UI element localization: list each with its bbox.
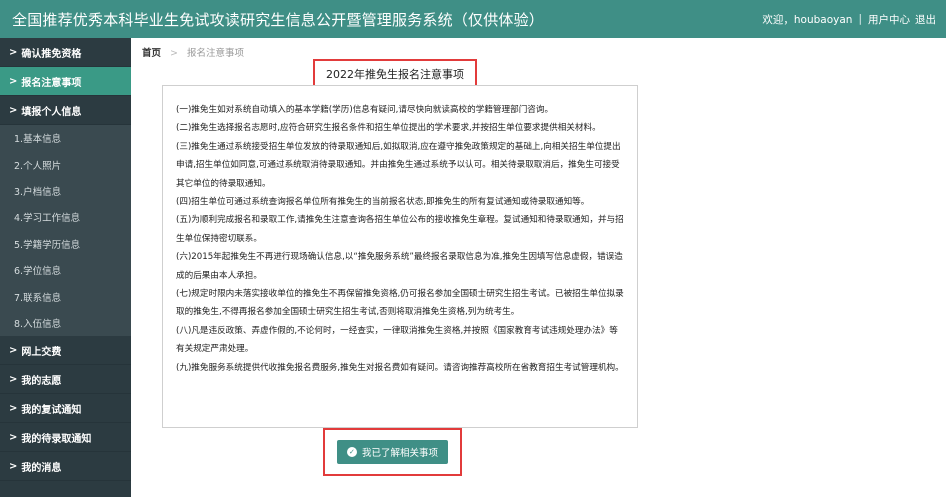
chevron-right-icon: > [9, 46, 18, 58]
sidebar-item-retest-notice[interactable]: > 我的复试通知 [0, 394, 131, 424]
sidebar-subitem-household[interactable]: 3.户档信息 [0, 178, 131, 204]
sidebar-item-label: 我的志愿 [21, 375, 62, 387]
chevron-right-icon: > [9, 402, 18, 414]
notice-paragraph: (二)推免生选择报名志愿时,应符合研究生报名条件和招生单位提出的学术要求,并按招… [176, 123, 601, 134]
notice-paragraph: (六)2015年起推免生不再进行现场确认信息,以“推免服务系统”最终报名录取信息… [176, 252, 623, 281]
personal-info-submenu: 1.基本信息 2.个人照片 3.户档信息 4.学习工作信息 5.学籍学历信息 6… [0, 125, 131, 337]
notice-paragraph: (五)为顺利完成报名和录取工作,请推免生注意查询各招生单位公布的接收推免生章程。… [176, 215, 624, 244]
sidebar-item-messages[interactable]: > 我的消息 [0, 452, 131, 482]
breadcrumb-separator: > [170, 48, 179, 59]
notice-paragraph: (七)规定时限内未落实接收单位的推免生不再保留推免资格,仍可报名参加全国硕士研究… [176, 289, 624, 318]
chevron-right-icon: > [9, 104, 18, 116]
notice-paragraph: (一)推免生如对系统自动填入的基本学籍(学历)信息有疑问,请尽快向就读高校的学籍… [176, 105, 554, 115]
sidebar-item-label: 填报个人信息 [21, 106, 82, 118]
logout-link[interactable]: 退出 [915, 12, 936, 27]
sidebar-subitem-contact[interactable]: 7.联系信息 [0, 283, 131, 309]
sidebar-item-label: 网上交费 [21, 346, 62, 358]
chevron-right-icon: > [9, 460, 18, 472]
notice-content: (一)推免生如对系统自动填入的基本学籍(学历)信息有疑问,请尽快向就读高校的学籍… [162, 85, 638, 428]
breadcrumb-home[interactable]: 首页 [142, 48, 161, 59]
notice-paragraph: (四)招生单位可通过系统查询报名单位所有推免生的当前报名状态,即推免生的所有复试… [176, 197, 590, 208]
sidebar-item-personal-info[interactable]: > 填报个人信息 [0, 96, 131, 125]
sidebar-item-notice[interactable]: > 报名注意事项 [0, 67, 131, 96]
notice-title: 2022年推免生报名注意事项 [313, 59, 477, 88]
app-title: 全国推荐优秀本科毕业生免试攻读研究生信息公开暨管理服务系统（仅供体验） [12, 10, 545, 29]
user-center-link[interactable]: 用户中心 [868, 12, 910, 27]
chevron-right-icon: > [9, 373, 18, 385]
confirm-understood-button[interactable]: ✓ 我已了解相关事项 [337, 440, 448, 464]
sidebar-subitem-military[interactable]: 8.入伍信息 [0, 310, 131, 336]
divider: | [858, 13, 862, 25]
sidebar-item-confirm-eligibility[interactable]: > 确认推免资格 [0, 38, 131, 67]
breadcrumb-current: 报名注意事项 [187, 48, 245, 59]
user-bar: 欢迎，houbaoyan | 用户中心 退出 [762, 12, 936, 27]
notice-paragraph: (三)推免生通过系统接受招生单位发放的待录取通知后,如拟取消,应在遵守推免政策规… [176, 141, 621, 189]
sidebar-item-label: 我的消息 [21, 462, 62, 474]
sidebar-item-payment[interactable]: > 网上交费 [0, 336, 131, 366]
confirm-highlight: ✓ 我已了解相关事项 [323, 428, 462, 476]
sidebar-item-label: 我的待录取通知 [21, 433, 92, 445]
app-header: 全国推荐优秀本科毕业生免试攻读研究生信息公开暨管理服务系统（仅供体验） 欢迎，h… [0, 0, 946, 38]
sidebar-item-admission-notice[interactable]: > 我的待录取通知 [0, 423, 131, 453]
chevron-right-icon: > [9, 344, 18, 356]
sidebar-subitem-basic-info[interactable]: 1.基本信息 [0, 125, 131, 151]
sidebar-item-my-choices[interactable]: > 我的志愿 [0, 365, 131, 395]
sidebar-item-label: 我的复试通知 [21, 404, 82, 416]
welcome-text: 欢迎，houbaoyan [762, 13, 853, 26]
check-circle-icon: ✓ [346, 447, 357, 457]
confirm-button-label: 我已了解相关事项 [361, 448, 438, 459]
breadcrumb: 首页 > 报名注意事项 [142, 45, 244, 59]
notice-paragraph: (八)凡是违反政策、弄虚作假的,不论何时，一经查实，一律取消推免生资格,并按照《… [176, 325, 618, 355]
chevron-right-icon: > [9, 431, 18, 443]
sidebar-item-label: 报名注意事项 [21, 77, 82, 89]
sidebar-subitem-photo[interactable]: 2.个人照片 [0, 151, 131, 177]
sidebar-item-label: 确认推免资格 [21, 48, 82, 60]
notice-paragraph: (九)推免服务系统提供代收推免报名费服务,推免生对报名费如有疑问。请咨询推荐高校… [176, 362, 624, 373]
sidebar-subitem-degree[interactable]: 6.学位信息 [0, 257, 131, 283]
sidebar: > 确认推免资格 > 报名注意事项 > 填报个人信息 1.基本信息 2.个人照片… [0, 38, 131, 497]
sidebar-subitem-study-work[interactable]: 4.学习工作信息 [0, 204, 131, 230]
chevron-right-icon: > [9, 75, 18, 87]
sidebar-subitem-education[interactable]: 5.学籍学历信息 [0, 231, 131, 257]
